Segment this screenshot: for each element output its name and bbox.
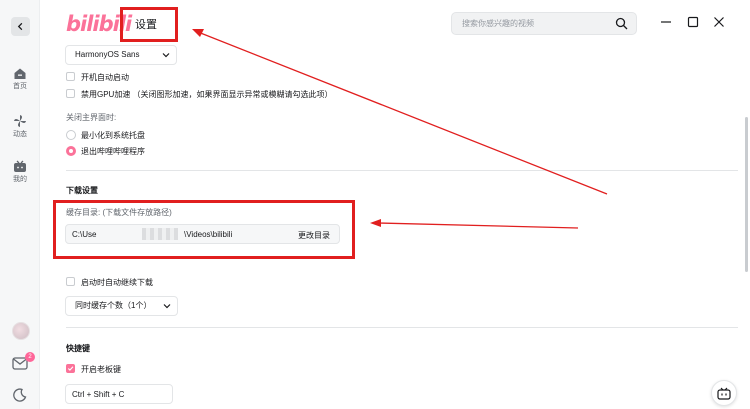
close-behavior-heading: 关闭主界面时: — [66, 113, 117, 122]
chevron-down-icon — [162, 53, 170, 58]
font-select[interactable]: HarmonyOS Sans — [65, 45, 177, 65]
annotation-arrowhead — [370, 219, 381, 227]
floating-tv-button[interactable] — [711, 380, 737, 406]
avatar[interactable] — [12, 322, 30, 340]
scrollbar[interactable] — [745, 117, 748, 272]
windmill-icon — [14, 115, 26, 127]
search-icon[interactable] — [615, 17, 628, 30]
annotation-arrowhead — [192, 29, 204, 37]
chevron-down-icon — [163, 304, 171, 309]
annotation-box-title — [120, 7, 178, 42]
settings-window: 首页 动态 我的 2 bilibili 设置 搜索你感兴趣的视频 Harmony… — [0, 0, 750, 409]
autostart-label: 开机自动启动 — [81, 73, 129, 82]
moon-icon[interactable] — [13, 388, 27, 402]
radio-minimize-tray[interactable] — [66, 130, 76, 140]
boss-key-shortcut-value: Ctrl + Shift + C — [72, 390, 125, 399]
rail-item-label: 动态 — [13, 131, 27, 138]
gpu-label: 禁用GPU加速 （关闭图形加速，如果界面显示异常或模糊请勾选此项） — [81, 90, 333, 99]
message-count-badge: 2 — [25, 352, 35, 362]
search-input[interactable]: 搜索你感兴趣的视频 — [451, 12, 637, 35]
gpu-checkbox[interactable] — [66, 89, 75, 98]
home-icon — [14, 68, 26, 79]
rail-item-label: 首页 — [13, 83, 27, 90]
radio-exit-program[interactable] — [66, 146, 76, 156]
download-settings-heading: 下载设置 — [66, 186, 98, 195]
rail-item-mine[interactable]: 我的 — [0, 160, 40, 184]
boss-key-checkbox[interactable] — [66, 364, 75, 373]
maximize-icon[interactable] — [687, 16, 699, 28]
rail-item-home[interactable]: 首页 — [0, 67, 40, 91]
resume-download-label: 启动时自动继续下载 — [81, 278, 153, 287]
boss-key-shortcut-field[interactable]: Ctrl + Shift + C — [65, 384, 173, 404]
tv-icon — [14, 160, 26, 172]
left-rail: 首页 动态 我的 2 — [0, 0, 40, 409]
radio-minimize-tray-label: 最小化到系统托盘 — [81, 131, 145, 140]
shortcuts-heading: 快捷键 — [66, 344, 90, 353]
radio-exit-program-label: 退出哔哩哔哩程序 — [81, 147, 145, 156]
divider — [66, 170, 738, 171]
rail-item-label: 我的 — [13, 176, 27, 183]
chevron-left-icon — [17, 22, 23, 31]
annotation-box-cache — [53, 200, 355, 259]
font-select-value: HarmonyOS Sans — [75, 50, 140, 59]
minimize-icon[interactable] — [660, 16, 672, 28]
messages-button[interactable]: 2 — [12, 352, 35, 371]
boss-key-label: 开启老板键 — [81, 365, 121, 374]
search-placeholder: 搜索你感兴趣的视频 — [462, 19, 534, 28]
check-icon — [67, 366, 74, 371]
concurrent-cache-value: 同时缓存个数（1个） — [75, 301, 152, 310]
divider — [66, 327, 738, 328]
concurrent-cache-select[interactable]: 同时缓存个数（1个） — [65, 296, 178, 316]
back-button[interactable] — [11, 17, 30, 36]
close-icon[interactable] — [713, 16, 725, 28]
tv-icon — [717, 387, 731, 400]
resume-download-checkbox[interactable] — [66, 277, 75, 286]
rail-item-dynamic[interactable]: 动态 — [0, 114, 40, 139]
autostart-checkbox[interactable] — [66, 72, 75, 81]
